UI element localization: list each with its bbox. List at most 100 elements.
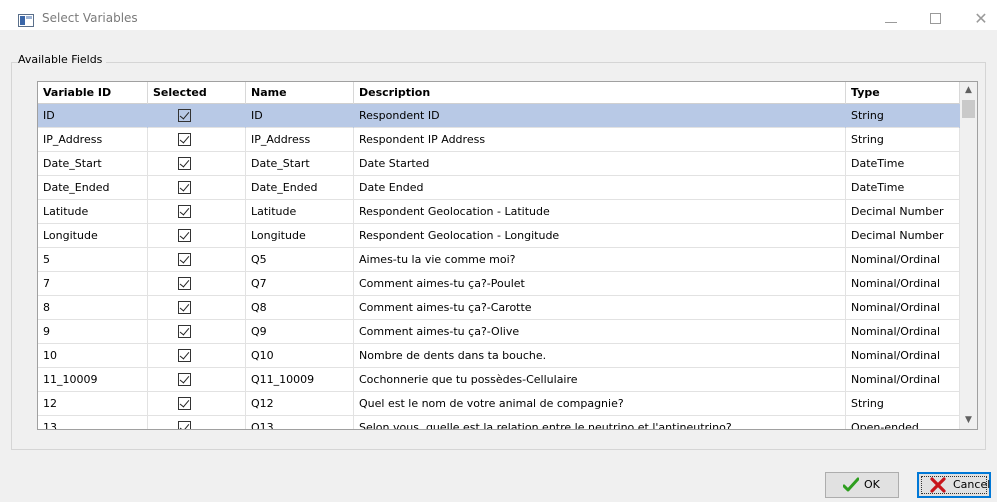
minimize-button[interactable]: [880, 8, 902, 30]
cell-type: DateTime: [846, 152, 960, 176]
cancel-button[interactable]: Cancel: [917, 472, 991, 498]
scrollbar-thumb[interactable]: [962, 100, 975, 118]
cell-selected: [148, 176, 246, 200]
cell-name: Q10: [246, 344, 354, 368]
cell-variable-id: Latitude: [38, 200, 148, 224]
cell-description: Date Ended: [354, 176, 846, 200]
cell-name: Date_Start: [246, 152, 354, 176]
cell-name: Q13: [246, 416, 354, 429]
cell-type: String: [846, 392, 960, 416]
title-bar: Select Variables ✕: [0, 0, 997, 30]
cell-type: Nominal/Ordinal: [846, 344, 960, 368]
selected-checkbox[interactable]: [178, 157, 191, 170]
x-icon: [930, 477, 946, 493]
cell-type: String: [846, 104, 960, 128]
ok-button[interactable]: OK: [825, 472, 899, 498]
cell-type: Nominal/Ordinal: [846, 296, 960, 320]
selected-checkbox[interactable]: [178, 229, 191, 242]
table-row[interactable]: Longitude Longitude Respondent Geolocation…: [38, 224, 960, 248]
cell-selected: [148, 104, 246, 128]
cell-variable-id: 12: [38, 392, 148, 416]
cell-variable-id: 8: [38, 296, 148, 320]
table-row[interactable]: Date_Start Date_Start Date Started DateTime: [38, 152, 960, 176]
cell-description: Respondent Geolocation - Longitude: [354, 224, 846, 248]
variables-grid: Variable ID Selected Name Description Ty…: [37, 81, 978, 430]
cell-selected: [148, 152, 246, 176]
cell-description: Date Started: [354, 152, 846, 176]
cell-name: IP_Address: [246, 128, 354, 152]
cell-name: Latitude: [246, 200, 354, 224]
checkmark-icon: [843, 477, 859, 492]
cell-description: Cochonnerie que tu possèdes-Cellulaire: [354, 368, 846, 392]
cell-variable-id: ID: [38, 104, 148, 128]
cell-variable-id: IP_Address: [38, 128, 148, 152]
table-row[interactable]: Date_Ended Date_Ended Date Ended DateTime: [38, 176, 960, 200]
scroll-down-icon[interactable]: ▼: [960, 412, 977, 429]
cell-selected: [148, 272, 246, 296]
available-fields-label: Available Fields: [18, 53, 107, 66]
maximize-icon: [930, 13, 941, 24]
selected-checkbox[interactable]: [178, 205, 191, 218]
cell-variable-id: Date_Start: [38, 152, 148, 176]
table-row[interactable]: 10 Q10 Nombre de dents dans ta bouche. Nomi…: [38, 344, 960, 368]
cell-selected: [148, 128, 246, 152]
table-row[interactable]: 13 Q13 Selon vous, quelle est la relation …: [38, 416, 960, 429]
selected-checkbox[interactable]: [178, 349, 191, 362]
column-header-selected[interactable]: Selected: [148, 82, 246, 104]
cell-variable-id: 5: [38, 248, 148, 272]
table-row[interactable]: 12 Q12 Quel est le nom de votre animal de …: [38, 392, 960, 416]
cell-variable-id: 10: [38, 344, 148, 368]
cell-description: Nombre de dents dans ta bouche.: [354, 344, 846, 368]
selected-checkbox[interactable]: [178, 133, 191, 146]
cell-type: Nominal/Ordinal: [846, 368, 960, 392]
minimize-icon: [885, 22, 897, 23]
table-row[interactable]: 5 Q5 Aimes-tu la vie comme moi? Nominal/Ord…: [38, 248, 960, 272]
cell-type: Nominal/Ordinal: [846, 320, 960, 344]
cell-selected: [148, 368, 246, 392]
cell-type: String: [846, 128, 960, 152]
table-row[interactable]: IP_Address IP_Address Respondent IP Addres…: [38, 128, 960, 152]
maximize-button[interactable]: [925, 8, 947, 30]
selected-checkbox[interactable]: [178, 301, 191, 314]
selected-checkbox[interactable]: [178, 181, 191, 194]
cancel-button-label: Cancel: [953, 478, 991, 491]
cell-variable-id: Date_Ended: [38, 176, 148, 200]
cell-selected: [148, 296, 246, 320]
column-header-description[interactable]: Description: [354, 82, 846, 104]
column-header-type[interactable]: Type: [846, 82, 960, 104]
table-row[interactable]: 9 Q9 Comment aimes-tu ça?-Olive Nominal/Ord…: [38, 320, 960, 344]
cell-selected: [148, 320, 246, 344]
selected-checkbox[interactable]: [178, 253, 191, 266]
cell-type: Nominal/Ordinal: [846, 272, 960, 296]
cell-type: Nominal/Ordinal: [846, 248, 960, 272]
table-row[interactable]: 11_10009 Q11_10009 Cochonnerie que tu poss…: [38, 368, 960, 392]
table-row[interactable]: 7 Q7 Comment aimes-tu ça?-Poulet Nominal/Or…: [38, 272, 960, 296]
column-header-variable-id[interactable]: Variable ID: [38, 82, 148, 104]
cell-name: Q8: [246, 296, 354, 320]
selected-checkbox[interactable]: [178, 421, 191, 429]
selected-checkbox[interactable]: [178, 109, 191, 122]
cell-name: Longitude: [246, 224, 354, 248]
cell-type: Decimal Number: [846, 200, 960, 224]
selected-checkbox[interactable]: [178, 373, 191, 386]
cell-selected: [148, 200, 246, 224]
cell-name: Date_Ended: [246, 176, 354, 200]
scroll-up-icon[interactable]: ▲: [960, 82, 977, 99]
cell-variable-id: 13: [38, 416, 148, 429]
table-row[interactable]: Latitude Latitude Respondent Geolocation -…: [38, 200, 960, 224]
close-button[interactable]: ✕: [970, 8, 992, 30]
cell-description: Selon vous, quelle est la relation entre…: [354, 416, 846, 429]
cell-type: DateTime: [846, 176, 960, 200]
vertical-scrollbar[interactable]: ▲ ▼: [960, 82, 977, 429]
cell-description: Comment aimes-tu ça?-Olive: [354, 320, 846, 344]
cell-variable-id: 11_10009: [38, 368, 148, 392]
table-row[interactable]: 8 Q8 Comment aimes-tu ça?-Carotte Nominal/O…: [38, 296, 960, 320]
selected-checkbox[interactable]: [178, 397, 191, 410]
grid-header: Variable ID Selected Name Description Ty…: [38, 82, 960, 104]
ok-button-label: OK: [864, 478, 880, 491]
table-row[interactable]: ID ID Respondent ID String: [38, 104, 960, 128]
selected-checkbox[interactable]: [178, 325, 191, 338]
cell-name: Q5: [246, 248, 354, 272]
selected-checkbox[interactable]: [178, 277, 191, 290]
column-header-name[interactable]: Name: [246, 82, 354, 104]
